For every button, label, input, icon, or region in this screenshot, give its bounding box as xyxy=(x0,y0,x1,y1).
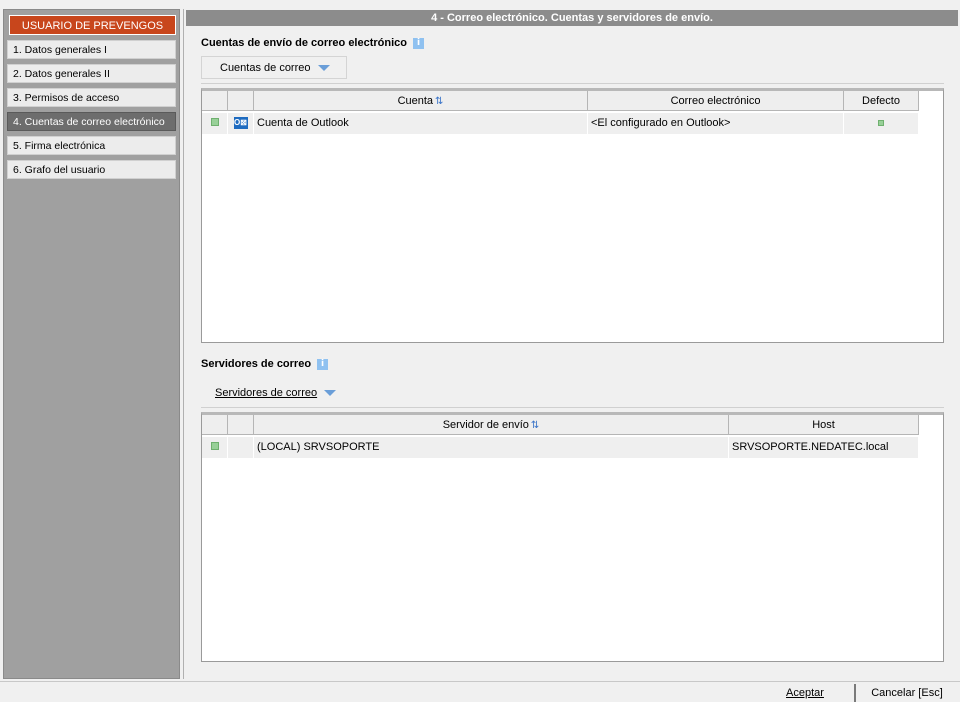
accounts-table-header: Cuenta ⇅ Correo electrónico Defecto xyxy=(202,91,943,111)
cell-correo: <El configurado en Outlook> xyxy=(588,113,844,134)
info-icon[interactable]: i xyxy=(413,37,425,49)
sort-az-icon: ⇅ xyxy=(530,420,540,431)
accounts-table: Cuenta ⇅ Correo electrónico Defecto O⊠ Cu… xyxy=(201,88,944,343)
chevron-down-icon xyxy=(324,390,337,397)
divider xyxy=(201,83,944,84)
cancel-button[interactable]: Cancelar [Esc] xyxy=(854,684,958,702)
header-cuenta[interactable]: Cuenta ⇅ xyxy=(254,91,588,111)
header-icon-col xyxy=(228,415,254,435)
nav-item-permisos-acceso[interactable]: 3. Permisos de acceso xyxy=(7,88,176,107)
page-title: 4 - Correo electrónico. Cuentas y servid… xyxy=(186,10,958,26)
status-indicator-icon xyxy=(210,442,219,450)
chevron-down-icon xyxy=(317,65,330,72)
header-status-col xyxy=(202,415,228,435)
servers-table: Servidor de envío ⇅ Host (LOCAL) SRVSOPOR… xyxy=(201,412,944,662)
cell-cuenta: Cuenta de Outlook xyxy=(254,113,588,134)
row-status xyxy=(202,113,228,134)
accounts-section-label: Cuentas de envío de correo electrónico xyxy=(201,37,408,49)
footer-bar: Aceptar Cancelar [Esc] xyxy=(0,681,960,702)
main-panel: 4 - Correo electrónico. Cuentas y servid… xyxy=(183,9,959,679)
sort-az-icon: ⇅ xyxy=(435,96,444,107)
status-indicator-icon xyxy=(210,118,219,126)
sidebar-header: USUARIO DE PREVENGOS xyxy=(9,15,176,35)
servers-menu-label: Servidores de correo xyxy=(215,387,318,399)
cell-defecto xyxy=(844,113,919,134)
nav-item-firma-electronica[interactable]: 5. Firma electrónica xyxy=(7,136,176,155)
accounts-section-title: Cuentas de envío de correo electrónico i xyxy=(201,37,425,49)
header-host[interactable]: Host xyxy=(729,415,919,435)
cell-host: SRVSOPORTE.NEDATEC.local xyxy=(729,437,919,458)
outlook-icon: O⊠ xyxy=(233,117,248,130)
accept-button[interactable]: Aceptar xyxy=(756,684,854,702)
accounts-menu-button[interactable]: Cuentas de correo xyxy=(201,56,347,79)
row-icon: O⊠ xyxy=(228,113,254,134)
header-status-col xyxy=(202,91,228,111)
nav-item-cuentas-correo[interactable]: 4. Cuentas de correo electrónico xyxy=(7,112,176,131)
nav-item-datos-generales-2[interactable]: 2. Datos generales II xyxy=(7,64,176,83)
header-defecto[interactable]: Defecto xyxy=(844,91,919,111)
header-servidor[interactable]: Servidor de envío ⇅ xyxy=(254,415,729,435)
header-correo[interactable]: Correo electrónico xyxy=(588,91,844,111)
cell-servidor: (LOCAL) SRVSOPORTE xyxy=(254,437,729,458)
sidebar: USUARIO DE PREVENGOS 1. Datos generales … xyxy=(3,9,180,679)
nav-item-grafo-usuario[interactable]: 6. Grafo del usuario xyxy=(7,160,176,179)
info-icon[interactable]: i xyxy=(317,358,329,370)
default-indicator-icon xyxy=(878,120,884,126)
accounts-menu-label: Cuentas de correo xyxy=(220,62,311,74)
row-status xyxy=(202,437,228,458)
servers-menu-button[interactable]: Servidores de correo xyxy=(197,381,354,404)
nav-item-datos-generales-1[interactable]: 1. Datos generales I xyxy=(7,40,176,59)
row-icon xyxy=(228,437,254,458)
servers-table-header: Servidor de envío ⇅ Host xyxy=(202,415,943,435)
servers-section-title: Servidores de correo i xyxy=(201,358,329,370)
header-icon-col xyxy=(228,91,254,111)
divider xyxy=(201,407,944,408)
servers-section-label: Servidores de correo xyxy=(201,358,312,370)
